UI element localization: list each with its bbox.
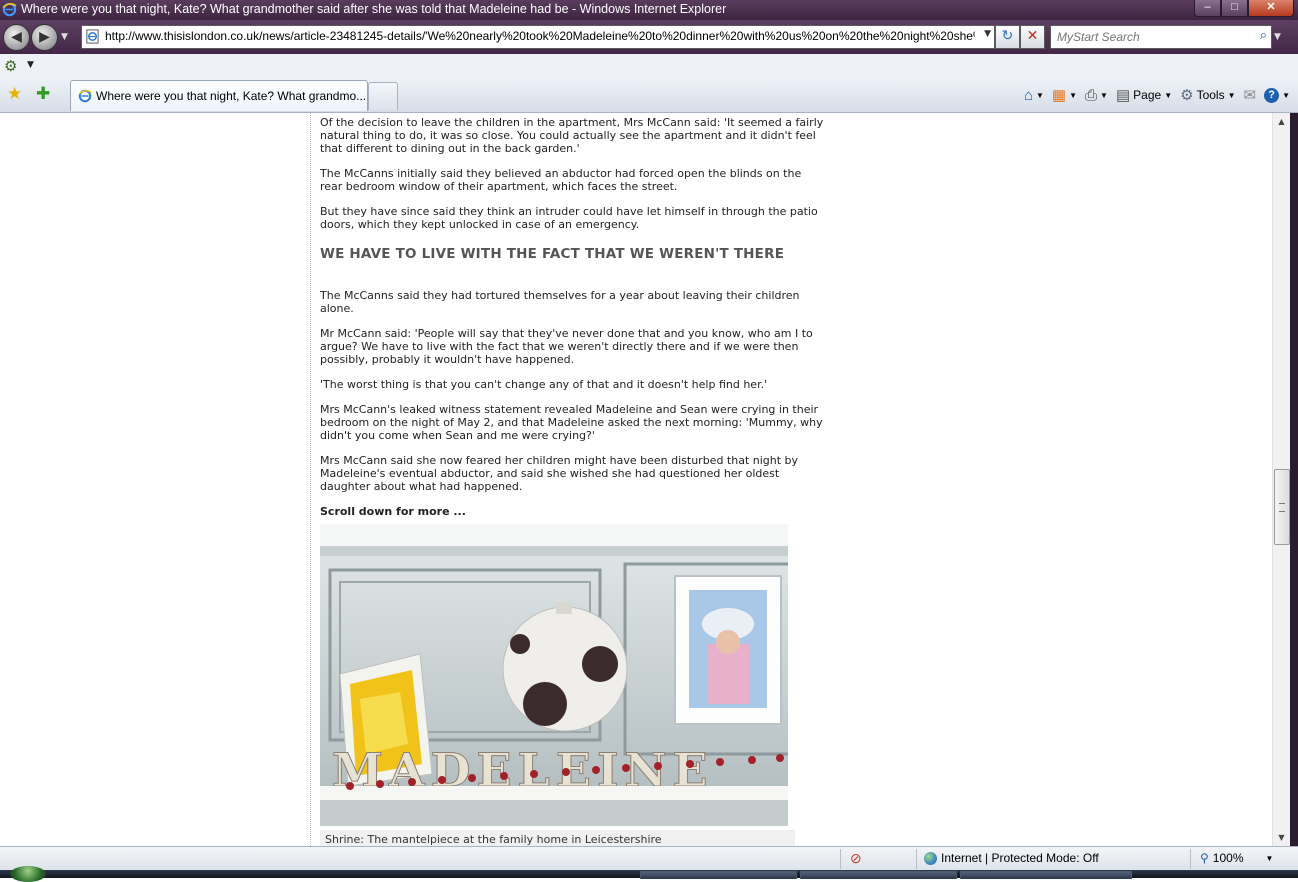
search-box[interactable]: ⌕ [1050, 25, 1272, 49]
tools-menu-button[interactable]: ⚙ Tools ▼ [1180, 86, 1235, 104]
feeds-button[interactable]: ▦ ▼ [1052, 86, 1077, 104]
recent-pages-dropdown-icon[interactable]: ▼ [61, 32, 68, 42]
tab-active[interactable]: Where were you that night, Kate? What gr… [70, 80, 368, 111]
toolbar-addon-icon[interactable]: ⚙ [4, 57, 17, 75]
navigation-bar: ◀ ▶ ▼ http://www.thisislondon.co.uk/news… [0, 20, 1298, 54]
help-icon: ? [1264, 87, 1280, 103]
favorites-star-icon[interactable]: ★ [7, 84, 22, 104]
internet-globe-icon [924, 851, 937, 865]
vertical-scrollbar[interactable]: ▲ ▼ [1272, 113, 1290, 846]
article-paragraph: But they have since said they think an i… [320, 205, 818, 231]
gear-icon: ⚙ [1180, 87, 1194, 104]
ie-tab-icon [78, 89, 92, 103]
chevron-down-icon[interactable]: ▼ [1069, 91, 1077, 100]
minimize-button[interactable]: – [1194, 0, 1221, 17]
tab-bar: ★ ✚ Where were you that night, Kate? Wha… [0, 78, 1298, 113]
home-icon: ⌂ [1023, 86, 1033, 104]
article-body: Of the decision to leave the children in… [320, 116, 825, 846]
article-paragraph: Of the decision to leave the children in… [320, 116, 824, 155]
chevron-down-icon[interactable]: ▼ [1036, 91, 1044, 100]
article-paragraph: Mrs McCann said she now feared her child… [320, 454, 799, 493]
security-zone[interactable]: Internet | Protected Mode: Off [924, 851, 1099, 865]
article-paragraph: Mrs McCann's leaked witness statement re… [320, 403, 823, 442]
scrollbar-thumb[interactable] [1274, 469, 1290, 545]
url-text[interactable]: http://www.thisislondon.co.uk/news/artic… [105, 29, 975, 43]
chevron-down-icon[interactable]: ▼ [1282, 91, 1290, 100]
photo-caption: Shrine: The mantelpiece at the family ho… [320, 830, 795, 846]
status-divider [1190, 849, 1191, 869]
article-paragraph: The McCanns said they had tortured thems… [320, 289, 800, 315]
window-controls: – □ ✕ [1194, 0, 1294, 18]
scroll-down-arrow-icon[interactable]: ▼ [1273, 829, 1290, 846]
close-button[interactable]: ✕ [1248, 0, 1294, 17]
zoom-magnifier-icon: ⚲ [1200, 851, 1209, 865]
maximize-button[interactable]: □ [1221, 0, 1248, 17]
printer-icon: ⎙ [1085, 86, 1098, 104]
window-title: Where were you that night, Kate? What gr… [21, 2, 727, 16]
column-divider [310, 113, 311, 846]
chevron-down-icon[interactable]: ▼ [1266, 854, 1274, 863]
taskbar [0, 866, 1298, 882]
new-tab-button[interactable] [368, 82, 398, 110]
home-button[interactable]: ⌂ ▼ [1024, 87, 1044, 104]
refresh-button[interactable]: ↻ [995, 25, 1020, 49]
chevron-down-icon[interactable]: ▼ [1100, 91, 1108, 100]
title-bar: Where were you that night, Kate? What gr… [0, 0, 1298, 20]
article-paragraph: Mr McCann said: 'People will say that th… [320, 327, 813, 366]
stop-button[interactable]: ✕ [1020, 25, 1045, 49]
address-dropdown-icon[interactable]: ▼ [984, 29, 991, 39]
add-favorites-icon[interactable]: ✚ [36, 84, 50, 104]
chevron-down-icon[interactable]: ▼ [27, 60, 34, 70]
security-zone-label: Internet | Protected Mode: Off [941, 851, 1099, 865]
search-input[interactable] [1055, 28, 1249, 46]
page-menu-button[interactable]: ▤ Page ▼ [1116, 86, 1172, 104]
status-divider [840, 849, 841, 869]
window-frame [1290, 113, 1298, 846]
start-button[interactable] [10, 866, 46, 882]
status-divider [916, 849, 917, 869]
scroll-down-note: Scroll down for more ... [320, 505, 466, 518]
command-bar: ⌂ ▼ ▦ ▼ ⎙ ▼ ▤ Page ▼ ⚙ Tools ▼ ✉ ? ▼ [1024, 84, 1298, 106]
forward-button[interactable]: ▶ [31, 24, 58, 51]
page-content: Of the decision to leave the children in… [0, 113, 1272, 846]
address-bar[interactable]: http://www.thisislondon.co.uk/news/artic… [81, 25, 995, 49]
chevron-down-icon[interactable]: ▼ [1228, 91, 1236, 100]
article-paragraph: The McCanns initially said they believed… [320, 167, 802, 193]
article-subheading: WE HAVE TO LIVE WITH THE FACT THAT WE WE… [320, 246, 785, 262]
mantelpiece-photo-illustration: MADELEINE [320, 524, 788, 826]
chevron-down-icon[interactable]: ▼ [1164, 91, 1172, 100]
tools-menu-label: Tools [1196, 88, 1225, 102]
search-icon[interactable]: ⌕ [1260, 28, 1267, 43]
envelope-icon: ✉ [1243, 87, 1257, 104]
scroll-grip-icon [1279, 503, 1285, 512]
scroll-up-arrow-icon[interactable]: ▲ [1273, 113, 1290, 130]
page-icon: ▤ [1115, 87, 1131, 104]
ie-logo-icon [2, 2, 17, 17]
extra-toolbar: ⚙ ▼ [0, 54, 1298, 79]
back-button[interactable]: ◀ [3, 24, 30, 51]
status-bar: ⊘ Internet | Protected Mode: Off ⚲ 100% … [0, 846, 1298, 871]
rss-feed-icon: ▦ [1051, 87, 1067, 104]
zoom-level: 100% [1212, 851, 1244, 865]
article-paragraph: 'The worst thing is that you can't chang… [320, 378, 768, 391]
zoom-control[interactable]: ⚲ 100% ▼ [1200, 851, 1273, 865]
tab-label: Where were you that night, Kate? What gr… [96, 89, 367, 103]
search-options-dropdown-icon[interactable]: ▼ [1274, 32, 1281, 42]
research-button[interactable]: ✉ [1244, 86, 1257, 104]
page-menu-label: Page [1133, 88, 1162, 102]
help-button[interactable]: ? ▼ [1264, 87, 1290, 103]
page-icon [86, 29, 99, 44]
article-photo: MADELEINE [320, 524, 788, 826]
print-button[interactable]: ⎙ ▼ [1085, 87, 1108, 104]
privacy-report-icon[interactable]: ⊘ [850, 850, 862, 867]
